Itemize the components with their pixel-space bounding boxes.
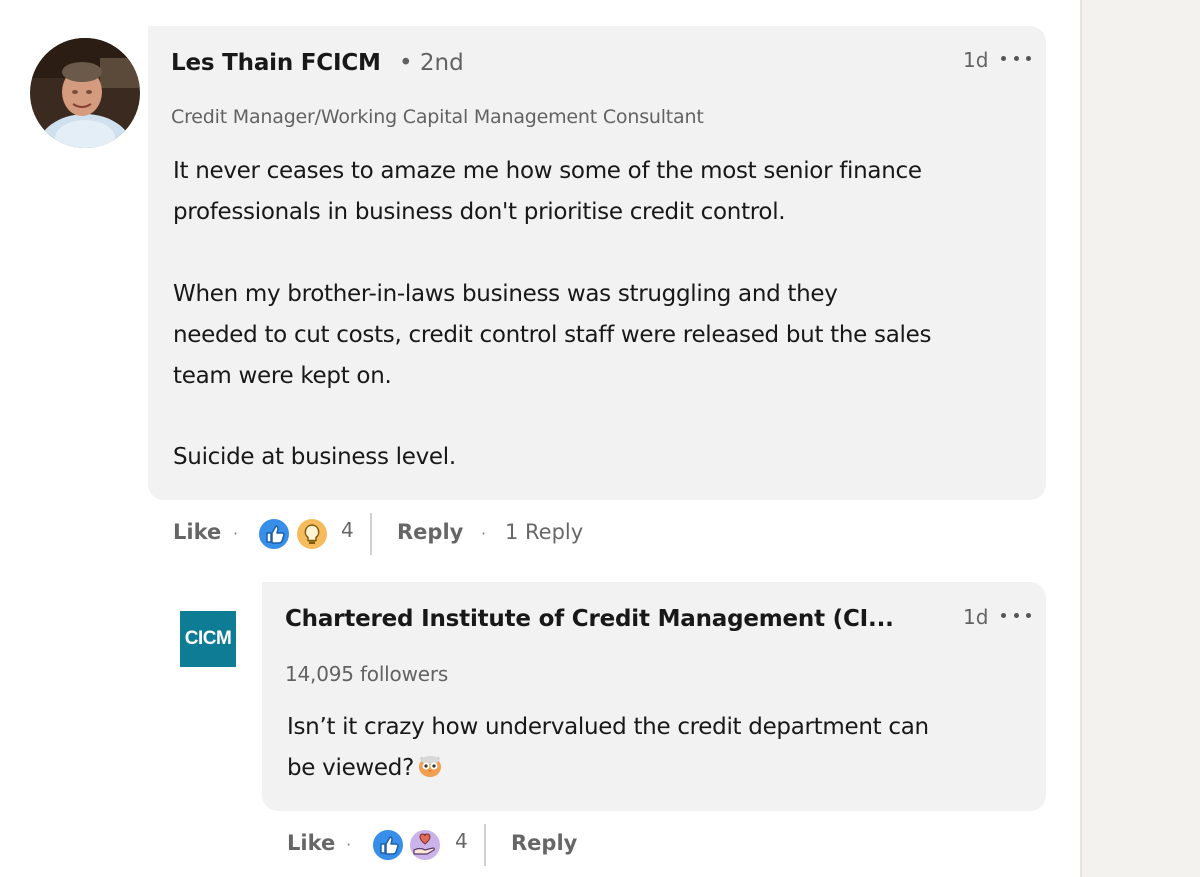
thumbs-up-icon[interactable]: [371, 828, 405, 862]
company-logo[interactable]: CICM: [180, 611, 236, 667]
separator-dot: ·: [346, 835, 352, 854]
reply-author-name[interactable]: Chartered Institute of Credit Management…: [285, 606, 894, 632]
owl-emoji-icon: [416, 751, 444, 779]
lightbulb-icon[interactable]: [295, 517, 329, 551]
comment-text-line: professionals in business don't prioriti…: [173, 199, 786, 225]
follower-count: 14,095 followers: [285, 662, 449, 686]
divider: [370, 513, 372, 555]
author-avatar[interactable]: [30, 38, 140, 148]
comment-text-line: team were kept on.: [173, 363, 392, 389]
comment-author-name[interactable]: Les Thain FCICM: [171, 50, 381, 76]
more-dots-icon[interactable]: [1001, 51, 1031, 65]
comment-text-line: When my brother-in-laws business was str…: [173, 281, 838, 307]
comment-bubble: [148, 26, 1046, 500]
heart-hand-icon[interactable]: [408, 828, 442, 862]
reply-timestamp: 1d: [963, 605, 989, 629]
connection-degree: • 2nd: [399, 50, 464, 76]
author-headline: Credit Manager/Working Capital Managemen…: [171, 106, 704, 128]
right-rail: [1080, 0, 1200, 877]
reply-text-line: be viewed?: [287, 748, 444, 789]
divider: [484, 824, 486, 866]
comment-text-line: Suicide at business level.: [173, 444, 456, 470]
like-button[interactable]: Like: [173, 520, 221, 544]
reply-button[interactable]: Reply: [511, 831, 577, 855]
more-dots-icon[interactable]: [1001, 608, 1031, 622]
comment-text-line: needed to cut costs, credit control staf…: [173, 322, 932, 348]
separator-dot: ·: [233, 524, 239, 543]
thumbs-up-icon[interactable]: [257, 517, 291, 551]
like-button[interactable]: Like: [287, 831, 335, 855]
reply-button[interactable]: Reply: [397, 520, 463, 544]
comment-timestamp: 1d: [963, 48, 989, 72]
separator-dot: ·: [481, 524, 487, 543]
comment-text-line: It never ceases to amaze me how some of …: [173, 158, 922, 184]
reaction-count[interactable]: 4: [455, 829, 468, 853]
avatar-photo: [30, 38, 140, 148]
reaction-count[interactable]: 4: [341, 518, 354, 542]
replies-link[interactable]: 1 Reply: [505, 520, 583, 544]
reply-text-line: Isn’t it crazy how undervalued the credi…: [287, 714, 929, 740]
reply-text-content: be viewed?: [287, 755, 414, 781]
